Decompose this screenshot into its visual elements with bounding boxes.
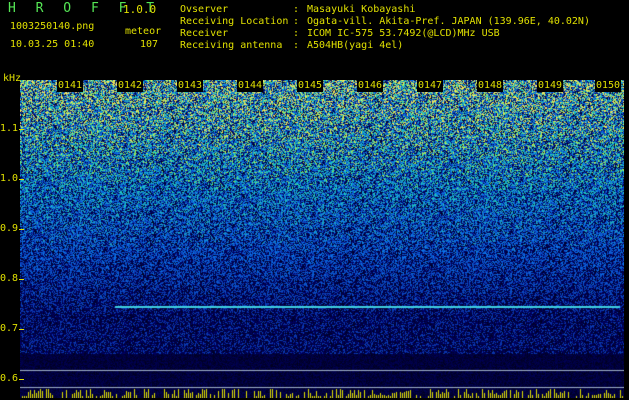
y-tick-label: 0.9: [0, 223, 19, 234]
x-tick-label: 0142: [117, 80, 144, 92]
x-tick-label: 0147: [417, 80, 444, 92]
y-axis-unit: kHz: [3, 73, 22, 84]
x-tick-label: 0143: [177, 80, 204, 92]
info-key: Receiving Location: [180, 16, 289, 27]
datetime: 10.03.25 01:40: [10, 39, 95, 50]
y-tick-mark: [19, 329, 24, 330]
x-tick-label: 0148: [477, 80, 504, 92]
meteor-count: 107: [140, 39, 159, 50]
info-colon: :: [293, 40, 300, 51]
spectrogram-panel: [20, 80, 624, 398]
info-colon: :: [293, 16, 300, 27]
info-colon: :: [293, 4, 300, 15]
x-tick-label: 0144: [237, 80, 264, 92]
info-value: Masayuki Kobayashi: [307, 4, 416, 15]
info-row-location: Receiving Location: Ogata-vill. Akita-Pre…: [180, 16, 590, 27]
info-key: Receiving antenna: [180, 40, 283, 51]
x-tick-label: 0141: [57, 80, 84, 92]
x-tick-label: 0150: [595, 80, 622, 92]
x-tick-label: 0149: [537, 80, 564, 92]
file-name: 1003250140.png: [10, 21, 95, 32]
info-value: ICOM IC-575 53.7492(@LCD)MHz USB: [307, 28, 500, 39]
meteor-label: meteor: [125, 26, 162, 37]
y-tick-label: 0.8: [0, 273, 19, 284]
info-key: Ovserver: [180, 4, 229, 15]
y-tick-label: 0.7: [0, 323, 19, 334]
y-tick-mark: [19, 379, 24, 380]
y-tick-mark: [19, 229, 24, 230]
y-tick-mark: [19, 179, 24, 180]
y-tick-label: 1.0: [0, 173, 19, 184]
x-tick-label: 0145: [297, 80, 324, 92]
y-tick-mark: [19, 129, 24, 130]
info-colon: :: [293, 28, 300, 39]
info-row-antenna: Receiving antenna: A504HB(yagi 4el): [180, 40, 403, 51]
info-key: Receiver: [180, 28, 229, 39]
info-row-receiver: Receiver: ICOM IC-575 53.7492(@LCD)MHz US…: [180, 28, 500, 39]
info-value: A504HB(yagi 4el): [307, 40, 404, 51]
header-panel: H R O F F T 1.0.0 1003250140.png meteor …: [0, 0, 629, 76]
y-tick-label: 0.6: [0, 373, 19, 384]
y-tick-label: 1.1: [0, 123, 19, 134]
app-version: 1.0.0: [123, 3, 157, 16]
x-tick-label: 0146: [357, 80, 384, 92]
info-value: Ogata-vill. Akita-Pref. JAPAN (139.96E, …: [307, 16, 590, 27]
y-tick-mark: [19, 279, 24, 280]
spectrogram-image: [20, 80, 624, 398]
info-row-observer: Ovserver: Masayuki Kobayashi: [180, 4, 415, 15]
